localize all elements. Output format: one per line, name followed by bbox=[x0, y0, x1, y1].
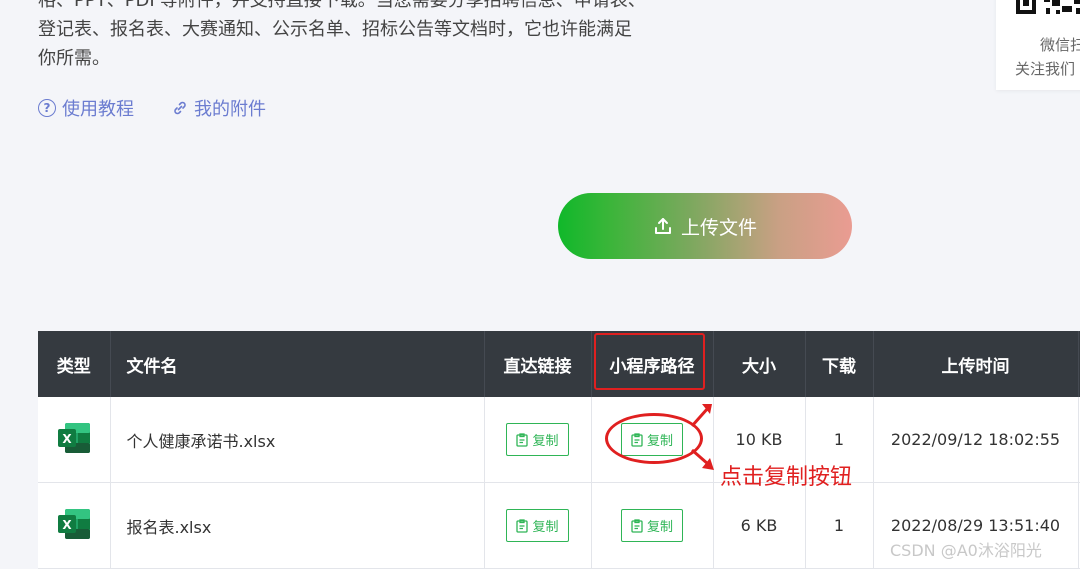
col-direct-link: 直达链接 bbox=[484, 331, 592, 397]
watermark: CSDN @A0沐浴阳光 bbox=[890, 541, 1042, 560]
copy-direct-link-button[interactable]: 复制 bbox=[506, 423, 569, 456]
upload-time-cell: 2022/09/12 18:02:55 bbox=[873, 397, 1079, 483]
svg-text:X: X bbox=[62, 518, 72, 532]
copy-label: 复制 bbox=[646, 434, 673, 449]
col-filename: 文件名 bbox=[110, 331, 485, 397]
intro-line-3: 你所需。 bbox=[38, 48, 110, 69]
col-upload-time: 上传时间 bbox=[873, 331, 1079, 397]
excel-file-icon: X bbox=[57, 508, 90, 539]
clipboard-icon bbox=[516, 432, 529, 447]
filename-cell: 个人健康承诺书.xlsx bbox=[110, 397, 485, 483]
follow-us-text: 关注我们 bbox=[1015, 60, 1076, 78]
copy-label: 复制 bbox=[532, 520, 559, 535]
upload-icon bbox=[654, 218, 671, 234]
direct-link-cell: 复制 bbox=[484, 482, 592, 569]
col-mini-program-path: 小程序路径 bbox=[591, 331, 714, 397]
filename-cell: 报名表.xlsx bbox=[110, 482, 485, 569]
col-downloads: 下载 bbox=[805, 331, 874, 397]
copy-label: 复制 bbox=[532, 434, 559, 449]
annotation-text: 点击复制按钮 bbox=[720, 465, 853, 490]
clipboard-icon bbox=[631, 432, 643, 447]
clipboard-icon bbox=[516, 518, 529, 533]
type-cell: X bbox=[38, 482, 111, 569]
copy-direct-link-button[interactable]: 复制 bbox=[506, 509, 569, 542]
wechat-qr-card: 微信扫 关注我们 bbox=[996, 0, 1080, 90]
mini-path-cell: 复制 bbox=[591, 482, 714, 569]
copy-mini-path-button[interactable]: 复制 bbox=[620, 423, 683, 456]
tutorial-link[interactable]: ? 使用教程 bbox=[38, 95, 134, 121]
mini-path-cell: 复制 bbox=[591, 397, 714, 483]
type-cell: X bbox=[38, 397, 111, 483]
copy-mini-path-button[interactable]: 复制 bbox=[620, 509, 683, 542]
downloads-cell: 1 bbox=[805, 482, 874, 569]
direct-link-cell: 复制 bbox=[484, 397, 592, 483]
copy-label: 复制 bbox=[646, 520, 673, 535]
qr-code-icon bbox=[1016, 0, 1080, 18]
svg-text:X: X bbox=[62, 432, 72, 446]
col-size: 大小 bbox=[713, 331, 806, 397]
table-row: X 个人健康承诺书.xlsx 复制 复制 10 KB 1 2022/09/12 … bbox=[38, 397, 1080, 483]
size-cell: 6 KB bbox=[713, 482, 806, 569]
excel-file-icon: X bbox=[57, 422, 90, 453]
table-header-row: 类型 文件名 直达链接 小程序路径 大小 下载 上传时间 bbox=[38, 331, 1080, 397]
attachments-link[interactable]: 我的附件 bbox=[172, 95, 266, 121]
wechat-scan-text: 微信扫 bbox=[1040, 36, 1080, 54]
clipboard-icon bbox=[631, 518, 643, 533]
intro-line-1: 格、PPT、PDF等附件，并支持直接下载。当您需要分享招聘信息、申请表、 bbox=[38, 0, 646, 11]
upload-file-label: 上传文件 bbox=[680, 216, 757, 239]
col-type: 类型 bbox=[38, 331, 111, 397]
link-icon bbox=[174, 101, 186, 115]
attachments-link-label: 我的附件 bbox=[194, 99, 266, 120]
intro-text: 格、PPT、PDF等附件，并支持直接下载。当您需要分享招聘信息、申请表、 登记表… bbox=[38, 0, 718, 73]
tutorial-link-label: 使用教程 bbox=[62, 99, 134, 120]
help-circle-icon: ? bbox=[38, 99, 56, 117]
upload-file-button[interactable]: 上传文件 bbox=[558, 193, 852, 259]
files-table: 类型 文件名 直达链接 小程序路径 大小 下载 上传时间 X 个人健康承诺书.x… bbox=[38, 331, 1080, 569]
intro-line-2: 登记表、报名表、大赛通知、公示名单、招标公告等文档时，它也许能满足 bbox=[38, 19, 632, 40]
help-links: ? 使用教程 我的附件 bbox=[38, 95, 266, 121]
